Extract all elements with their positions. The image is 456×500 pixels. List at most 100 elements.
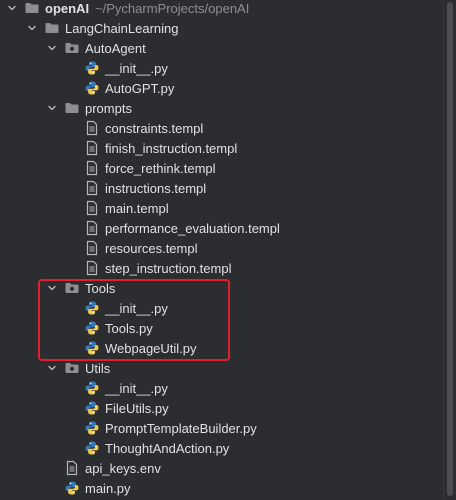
tree-item-label: api_keys.env <box>85 460 161 476</box>
tree-item-label: instructions.templ <box>105 180 207 196</box>
python-file-icon <box>64 480 80 496</box>
python-file-icon <box>84 80 100 96</box>
tree-item-label: __init__.py <box>105 300 168 316</box>
project-tree: openAI ~/PycharmProjects/openAI LangChainL… <box>0 0 444 500</box>
tree-item-label: Tools.py <box>105 320 153 336</box>
text-file-icon <box>84 260 100 276</box>
tree-item[interactable]: finish_instruction.templ <box>0 138 444 158</box>
python-file-icon <box>84 420 100 436</box>
tree-item[interactable]: constraints.templ <box>0 118 444 138</box>
scrollbar[interactable] <box>443 0 456 500</box>
tree-item-label: prompts <box>85 100 132 116</box>
tree-item[interactable]: openAI ~/PycharmProjects/openAI <box>0 0 444 18</box>
chevron-down-icon[interactable] <box>46 282 58 294</box>
tree-item-label: __init__.py <box>105 380 168 396</box>
tree-item[interactable]: main.templ <box>0 198 444 218</box>
tree-item-label: openAI <box>45 0 90 16</box>
tree-item[interactable]: __init__.py <box>0 378 444 398</box>
tree-item[interactable]: AutoAgent <box>0 38 444 58</box>
chevron-down-icon[interactable] <box>6 2 18 14</box>
tree-item-label: PromptTemplateBuilder.py <box>105 420 257 436</box>
python-file-icon <box>84 60 100 76</box>
text-file-icon <box>64 460 80 476</box>
package-folder-icon <box>64 360 80 376</box>
tree-item[interactable]: Utils <box>0 358 444 378</box>
folder-icon <box>44 20 60 36</box>
text-file-icon <box>84 240 100 256</box>
tree-item[interactable]: main.py <box>0 478 444 498</box>
text-file-icon <box>84 200 100 216</box>
tree-item-label: AutoAgent <box>85 40 146 56</box>
tree-item[interactable]: __init__.py <box>0 58 444 78</box>
python-file-icon <box>84 380 100 396</box>
scrollbar-thumb[interactable] <box>447 2 453 496</box>
tree-item-label: performance_evaluation.templ <box>105 220 280 236</box>
python-file-icon <box>84 440 100 456</box>
folder-icon <box>64 100 80 116</box>
folder-icon <box>24 0 40 16</box>
tree-item-label: resources.templ <box>105 240 198 256</box>
tree-item[interactable]: PromptTemplateBuilder.py <box>0 418 444 438</box>
tree-item[interactable]: ThoughtAndAction.py <box>0 438 444 458</box>
tree-item-label: FileUtils.py <box>105 400 169 416</box>
package-folder-icon <box>64 40 80 56</box>
tree-item[interactable]: LangChainLearning <box>0 18 444 38</box>
tree-item-label: Utils <box>85 360 111 376</box>
tree-item[interactable]: Tools <box>0 278 444 298</box>
chevron-down-icon[interactable] <box>46 102 58 114</box>
tree-item-label: LangChainLearning <box>65 20 179 36</box>
tree-item-label: constraints.templ <box>105 120 204 136</box>
tree-item[interactable]: Tools.py <box>0 318 444 338</box>
tree-item-label: force_rethink.templ <box>105 160 216 176</box>
tree-item[interactable]: WebpageUtil.py <box>0 338 444 358</box>
package-folder-icon <box>64 280 80 296</box>
tree-item[interactable]: api_keys.env <box>0 458 444 478</box>
python-file-icon <box>84 300 100 316</box>
tree-item[interactable]: prompts <box>0 98 444 118</box>
tree-item-label: WebpageUtil.py <box>105 340 197 356</box>
python-file-icon <box>84 320 100 336</box>
tree-item[interactable]: __init__.py <box>0 298 444 318</box>
text-file-icon <box>84 140 100 156</box>
chevron-down-icon[interactable] <box>46 362 58 374</box>
tree-item-label: step_instruction.templ <box>105 260 232 276</box>
tree-item-label: Tools <box>85 280 116 296</box>
tree-item[interactable]: AutoGPT.py <box>0 78 444 98</box>
tree-item-label: main.py <box>85 480 131 496</box>
tree-item-label: ThoughtAndAction.py <box>105 440 230 456</box>
tree-item-label: AutoGPT.py <box>105 80 175 96</box>
tree-item[interactable]: force_rethink.templ <box>0 158 444 178</box>
python-file-icon <box>84 340 100 356</box>
text-file-icon <box>84 220 100 236</box>
tree-item[interactable]: instructions.templ <box>0 178 444 198</box>
tree-item[interactable]: performance_evaluation.templ <box>0 218 444 238</box>
text-file-icon <box>84 180 100 196</box>
chevron-down-icon[interactable] <box>46 42 58 54</box>
text-file-icon <box>84 120 100 136</box>
tree-item-label: __init__.py <box>105 60 168 76</box>
tree-item[interactable]: step_instruction.templ <box>0 258 444 278</box>
tree-item[interactable]: FileUtils.py <box>0 398 444 418</box>
tree-item[interactable]: resources.templ <box>0 238 444 258</box>
tree-item-label: main.templ <box>105 200 169 216</box>
tree-item-label: finish_instruction.templ <box>105 140 238 156</box>
chevron-down-icon[interactable] <box>26 22 38 34</box>
